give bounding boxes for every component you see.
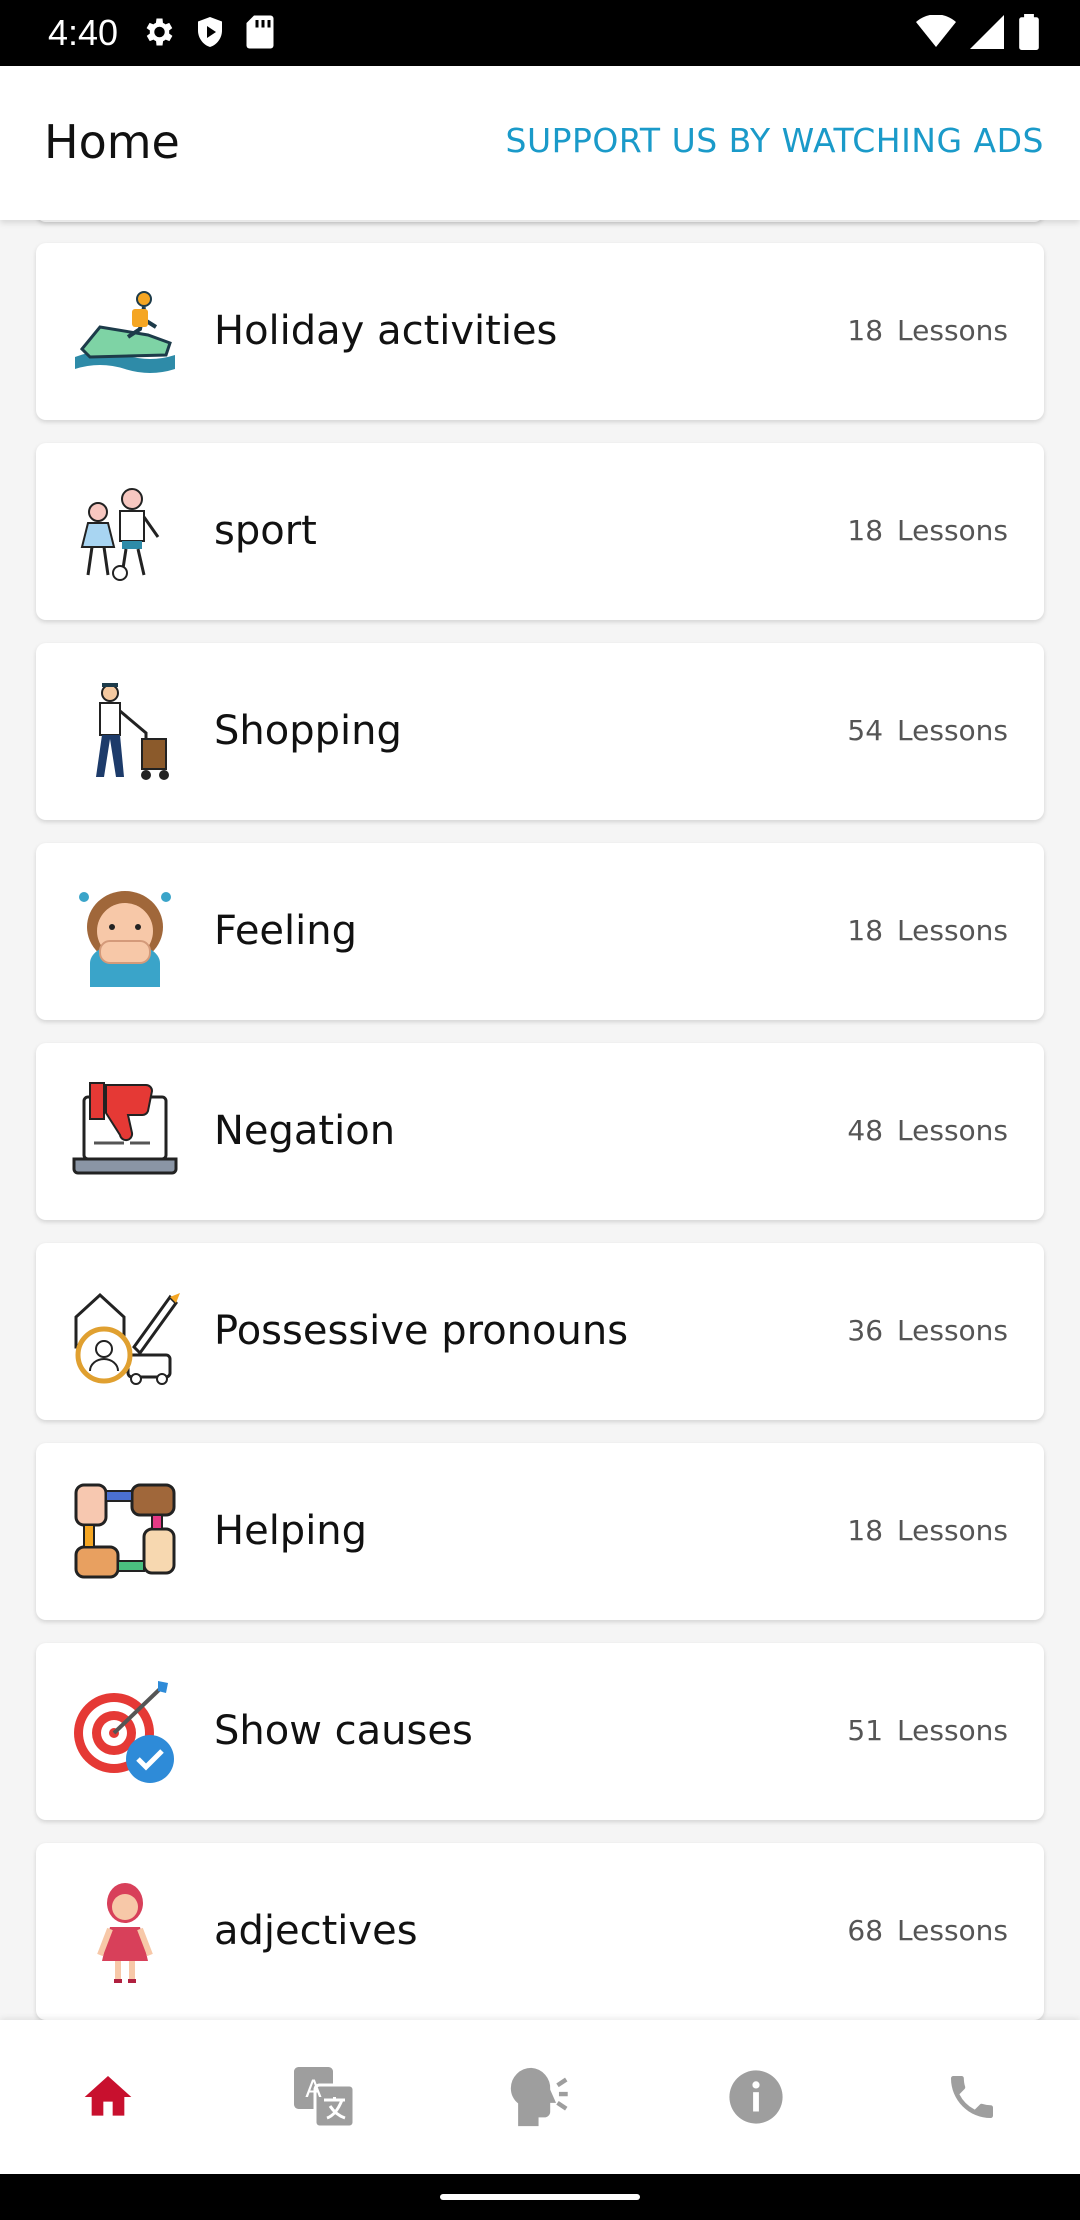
embarrassed-girl-icon [66,873,184,991]
lesson-title: Helping [214,1508,368,1554]
lesson-count-number: 18 [847,314,884,347]
phone-icon [951,2076,993,2118]
status-icons-right [916,14,1040,50]
lesson-list[interactable]: Holiday activities 18 Lessons sport 18 L… [0,220,1080,2020]
lesson-count-unit: Lessons [897,514,1008,547]
lesson-title: Feeling [214,908,358,954]
lesson-count: 51 Lessons [847,1711,1008,1751]
kids-playing-ball-icon [66,473,184,591]
support-ads-button[interactable]: SUPPORT US BY WATCHING ADS [506,116,1044,166]
signal-icon [970,15,1004,49]
lesson-count-unit: Lessons [897,1714,1008,1747]
list-item[interactable]: Holiday activities 18 Lessons [36,243,1044,420]
lesson-count-unit: Lessons [897,714,1008,747]
speaking-head-icon [510,2067,568,2127]
gear-icon [146,18,173,46]
lesson-count: 18 Lessons [847,1511,1008,1551]
hands-helping-icon [66,1473,184,1591]
lesson-count-unit: Lessons [897,914,1008,947]
list-item[interactable]: Feeling 18 Lessons [36,843,1044,1020]
battery-icon [1019,14,1039,50]
status-icons-left [140,14,276,50]
nav-translate[interactable]: A [216,2020,432,2174]
lesson-count-number: 18 [847,514,884,547]
lesson-title: Holiday activities [214,308,558,354]
list-item[interactable]: Helping 18 Lessons [36,1443,1044,1620]
nav-contact[interactable] [864,2020,1080,2174]
lesson-count-number: 36 [847,1314,884,1347]
shield-play-icon [198,17,222,47]
lesson-count-number: 18 [847,914,884,947]
girl-red-dress-icon [66,1873,184,1991]
lesson-count: 68 Lessons [847,1911,1008,1951]
lesson-count-unit: Lessons [897,1114,1008,1147]
nav-home[interactable] [0,2020,216,2174]
status-bar: 4:40 [0,0,1080,66]
list-item-partial[interactable] [36,220,1044,222]
lesson-title: Negation [214,1108,396,1154]
lesson-count: 18 Lessons [847,911,1008,951]
status-time: 4:40 [48,12,119,53]
system-gesture-area [0,2174,1080,2220]
info-icon [729,2070,783,2124]
list-item[interactable]: Show causes 51 Lessons [36,1643,1044,1820]
lesson-count-unit: Lessons [897,1514,1008,1547]
lesson-count-unit: Lessons [897,1314,1008,1347]
bottom-nav: A [0,2020,1080,2174]
lesson-count: 18 Lessons [847,311,1008,351]
gesture-handle[interactable] [440,2194,640,2200]
lesson-title: adjectives [214,1908,418,1954]
lesson-count-number: 51 [847,1714,884,1747]
target-check-icon [66,1673,184,1791]
page-title: Home [44,115,180,169]
lesson-title: Show causes [214,1708,473,1754]
wifi-icon [916,15,956,47]
lesson-count: 54 Lessons [847,711,1008,751]
list-item[interactable]: Negation 48 Lessons [36,1043,1044,1220]
lesson-count: 36 Lessons [847,1311,1008,1351]
lesson-count-unit: Lessons [897,314,1008,347]
svg-text:A: A [305,2075,322,2103]
lesson-count-number: 54 [847,714,884,747]
nav-speak[interactable] [432,2020,648,2174]
lesson-count: 48 Lessons [847,1111,1008,1151]
list-item[interactable]: Shopping 54 Lessons [36,643,1044,820]
app-bar: Home SUPPORT US BY WATCHING ADS [0,66,1080,220]
delivery-man-trolley-icon [66,673,184,791]
lesson-count-number: 48 [847,1114,884,1147]
thumbs-down-laptop-icon [66,1073,184,1191]
translate-icon: A [294,2067,356,2129]
list-item[interactable]: sport 18 Lessons [36,443,1044,620]
lesson-count-unit: Lessons [897,1914,1008,1947]
house-person-car-icon [66,1273,184,1391]
lesson-title: sport [214,508,317,554]
lesson-count: 18 Lessons [847,511,1008,551]
lesson-count-number: 18 [847,1514,884,1547]
nav-info[interactable] [648,2020,864,2174]
sd-card-icon [246,15,274,49]
lesson-title: Possessive pronouns [214,1308,629,1354]
lesson-title: Shopping [214,708,402,754]
lesson-count-number: 68 [847,1914,884,1947]
jet-ski-icon [66,273,184,391]
list-item[interactable]: adjectives 68 Lessons [36,1843,1044,2020]
home-icon [84,2076,132,2116]
list-item[interactable]: Possessive pronouns 36 Lessons [36,1243,1044,1420]
